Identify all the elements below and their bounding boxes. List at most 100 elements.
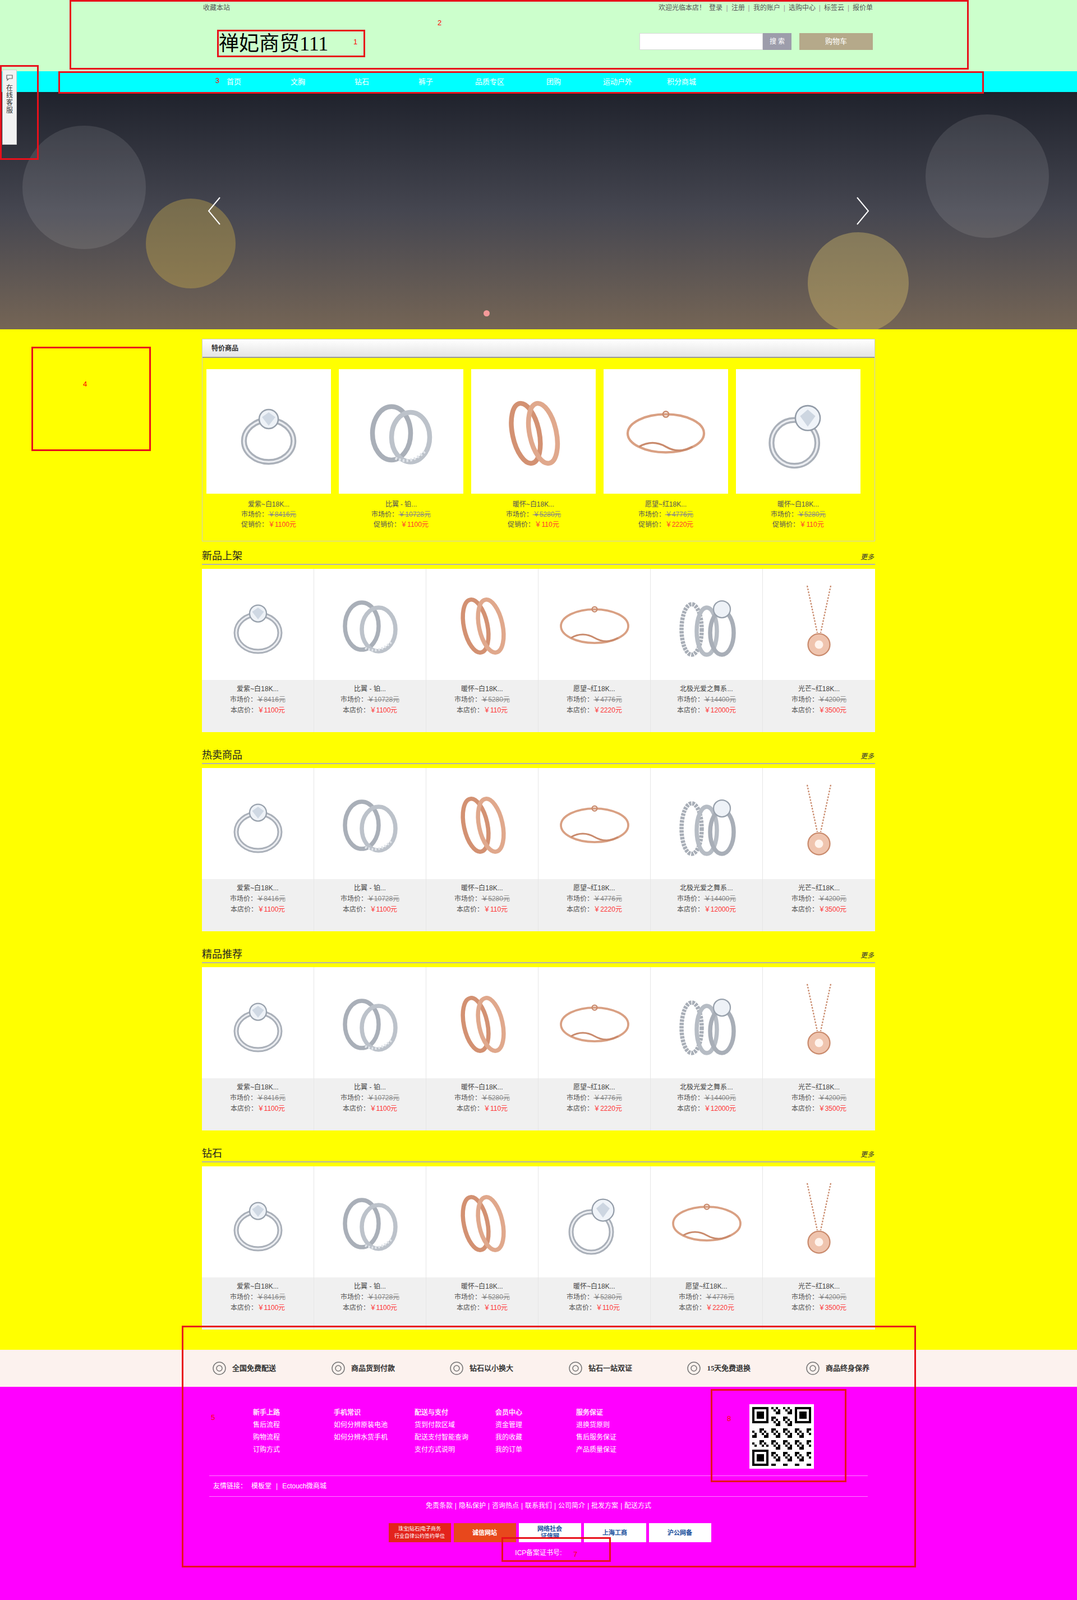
help-link[interactable]: 购物流程: [252, 1430, 334, 1444]
nav-item[interactable]: 首页: [201, 76, 266, 88]
product-image[interactable]: [650, 568, 763, 680]
help-link[interactable]: 资金管理: [495, 1418, 577, 1431]
product-image[interactable]: [201, 568, 314, 680]
product-card[interactable]: 比翼 - 铂...市场价：￥10728元促销价：￥1100元: [338, 369, 464, 530]
product-image[interactable]: [538, 1166, 651, 1278]
bottom-link[interactable]: 咨询热点: [491, 1500, 519, 1511]
product-card[interactable]: 北极光爱之舞系...市场价：￥14400元本店价：￥12000元: [650, 767, 763, 932]
nav-item[interactable]: 积分商城: [649, 76, 714, 88]
product-name[interactable]: 爱紫~白18K...: [247, 499, 290, 510]
product-name[interactable]: 暖怀~白18K...: [573, 1281, 615, 1292]
product-image[interactable]: [538, 568, 651, 680]
product-name[interactable]: 愿望~红18K...: [685, 1281, 727, 1292]
product-image[interactable]: [338, 369, 464, 494]
user-link[interactable]: 我的账户: [753, 2, 781, 13]
product-name[interactable]: 愿望~红18K...: [573, 882, 615, 894]
product-image[interactable]: [314, 1166, 426, 1278]
product-image[interactable]: [762, 1166, 876, 1278]
bottom-link[interactable]: 批发方案: [591, 1500, 619, 1511]
product-card[interactable]: 爱紫~白18K...市场价：￥8416元本店价：￥1100元: [201, 767, 315, 932]
product-card[interactable]: 暖怀~白18K...市场价：￥5280元促销价：￥110元: [735, 369, 861, 530]
product-name[interactable]: 比翼 - 铂...: [353, 1082, 386, 1093]
product-card[interactable]: 愿望~红18K...市场价：￥4776元本店价：￥2220元: [538, 767, 651, 932]
user-link[interactable]: 报价单: [852, 2, 873, 13]
product-name[interactable]: 爱紫~白18K...: [236, 683, 279, 695]
bottom-link[interactable]: 联系我们: [525, 1500, 552, 1511]
product-card[interactable]: 暖怀~白18K...市场价：￥5280元本店价：￥110元: [426, 967, 539, 1131]
product-card[interactable]: 北极光爱之舞系...市场价：￥14400元本店价：￥12000元: [650, 568, 763, 733]
product-name[interactable]: 比翼 - 铂...: [353, 1281, 386, 1292]
product-card[interactable]: 愿望~红18K...市场价：￥4776元本店价：￥2220元: [538, 967, 651, 1131]
nav-item[interactable]: 团购: [521, 76, 586, 88]
user-link[interactable]: 标签云: [824, 2, 845, 13]
search-input[interactable]: [639, 33, 763, 50]
product-card[interactable]: 比翼 - 铂...市场价：￥10728元本店价：￥1100元: [314, 568, 427, 733]
help-link[interactable]: 配送支付智能查询: [414, 1430, 496, 1444]
user-link[interactable]: 选购中心: [788, 2, 816, 13]
more-link[interactable]: 更多: [860, 1149, 876, 1160]
product-image[interactable]: [426, 967, 538, 1079]
user-link[interactable]: 登录: [709, 2, 723, 13]
nav-item[interactable]: 文胸: [265, 76, 330, 88]
product-name[interactable]: 爱紫~白18K...: [236, 1281, 279, 1292]
friend-link[interactable]: 模板堂: [251, 1480, 272, 1491]
product-name[interactable]: 北极光爱之舞系...: [679, 1082, 733, 1093]
product-card[interactable]: 暖怀~白18K...市场价：￥5280元促销价：￥110元: [471, 369, 596, 530]
product-card[interactable]: 比翼 - 铂...市场价：￥10728元本店价：￥1100元: [314, 967, 427, 1131]
nav-item[interactable]: 裤子: [393, 76, 458, 88]
nav-item[interactable]: 品质专区: [457, 76, 522, 88]
help-link[interactable]: 支付方式说明: [414, 1443, 496, 1456]
trust-badge[interactable]: 上海工商: [583, 1522, 647, 1543]
help-link[interactable]: 我的收藏: [495, 1430, 577, 1444]
help-link[interactable]: 退换货原则: [576, 1418, 657, 1431]
product-name[interactable]: 光芒~红18K...: [798, 1281, 840, 1292]
search-button[interactable]: 搜 索: [762, 33, 792, 50]
product-name[interactable]: 暖怀~白18K...: [777, 499, 819, 510]
product-name[interactable]: 愿望~红18K...: [573, 683, 615, 695]
help-link[interactable]: 售后流程: [252, 1418, 334, 1431]
help-link[interactable]: 产品质量保证: [576, 1443, 657, 1456]
cart-button[interactable]: 购物车: [799, 33, 873, 50]
product-image[interactable]: [650, 767, 763, 879]
trust-badge[interactable]: 网络社会证信网: [518, 1522, 582, 1543]
product-name[interactable]: 北极光爱之舞系...: [679, 882, 733, 894]
product-card[interactable]: 比翼 - 铂...市场价：￥10728元本店价：￥1100元: [314, 767, 427, 932]
product-image[interactable]: [650, 967, 763, 1079]
help-link[interactable]: 订购方式: [252, 1443, 334, 1456]
bookmark-link[interactable]: 收藏本站: [201, 2, 230, 13]
product-name[interactable]: 爱紫~白18K...: [236, 1082, 279, 1093]
product-name[interactable]: 愿望~红18K...: [573, 1082, 615, 1093]
product-image[interactable]: [314, 568, 426, 680]
banner-dot[interactable]: [483, 310, 490, 317]
product-name[interactable]: 暖怀~白18K...: [461, 1281, 503, 1292]
product-card[interactable]: 比翼 - 铂...市场价：￥10728元本店价：￥1100元: [314, 1166, 427, 1330]
product-image[interactable]: [426, 767, 538, 879]
product-name[interactable]: 比翼 - 铂...: [353, 882, 386, 894]
product-card[interactable]: 光芒~红18K...市场价：￥4200元本店价：￥3500元: [762, 967, 876, 1131]
product-name[interactable]: 暖怀~白18K...: [461, 1082, 503, 1093]
product-card[interactable]: 光芒~红18K...市场价：￥4200元本店价：￥3500元: [762, 767, 876, 932]
product-name[interactable]: 愿望~红18K...: [645, 499, 687, 510]
nav-item[interactable]: 运动户外: [585, 76, 650, 88]
product-image[interactable]: [471, 369, 596, 494]
trust-badge[interactable]: 沪公网备: [649, 1522, 712, 1543]
product-image[interactable]: [735, 369, 861, 494]
help-link[interactable]: 如何分辨原装电池: [333, 1418, 415, 1431]
product-card[interactable]: 暖怀~白18K...市场价：￥5280元本店价：￥110元: [426, 1166, 539, 1330]
product-card[interactable]: 爱紫~白18K...市场价：￥8416元本店价：￥1100元: [201, 967, 315, 1131]
product-name[interactable]: 暖怀~白18K...: [461, 683, 503, 695]
user-link[interactable]: 注册: [731, 2, 745, 13]
nav-item[interactable]: 钻石: [329, 76, 394, 88]
more-link[interactable]: 更多: [860, 551, 876, 563]
product-card[interactable]: 光芒~红18K...市场价：￥4200元本店价：￥3500元: [762, 1166, 876, 1330]
help-link[interactable]: 如何分辨水货手机: [333, 1430, 415, 1444]
product-name[interactable]: 比翼 - 铂...: [385, 499, 418, 510]
trust-badge[interactable]: 珠宝|钻石|电子商务行业自律公约签约单位: [388, 1522, 451, 1543]
product-name[interactable]: 比翼 - 铂...: [353, 683, 386, 695]
more-link[interactable]: 更多: [860, 950, 876, 961]
more-link[interactable]: 更多: [860, 751, 876, 762]
friend-link[interactable]: Ectouch微商城: [282, 1480, 327, 1491]
product-name[interactable]: 暖怀~白18K...: [512, 499, 555, 510]
product-name[interactable]: 暖怀~白18K...: [461, 882, 503, 894]
product-card[interactable]: 北极光爱之舞系...市场价：￥14400元本店价：￥12000元: [650, 967, 763, 1131]
